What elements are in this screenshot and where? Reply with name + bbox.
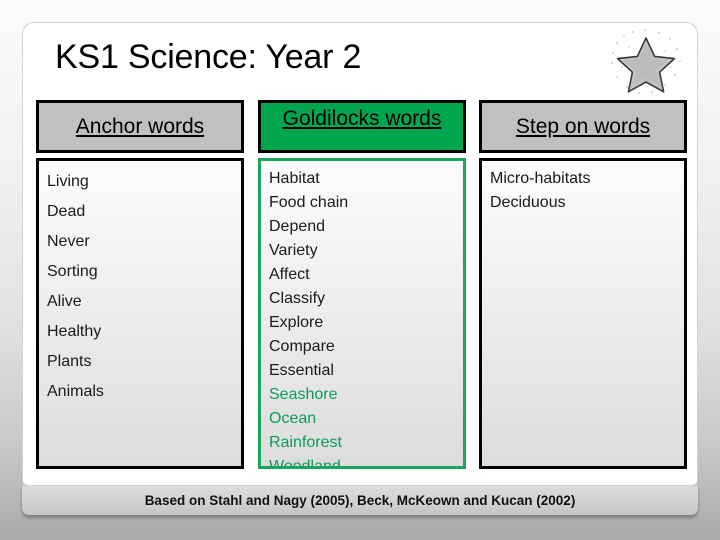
list-item: Plants — [47, 353, 92, 370]
footer-bar: Based on Stahl and Nagy (2005), Beck, Mc… — [22, 486, 698, 515]
list-item: Healthy — [47, 323, 102, 340]
list-item: Ocean — [269, 410, 317, 427]
slide-card: KS1 Science: Year 2 Anchor words Living … — [22, 22, 698, 486]
list-item: Rainforest — [269, 434, 342, 451]
word-column-anchor: Anchor words Living Dead Never Sorting A… — [36, 100, 244, 469]
column-header-label: Anchor words — [75, 114, 205, 138]
column-header-anchor-words[interactable]: Anchor words — [36, 100, 244, 153]
list-item: Affect — [269, 266, 310, 283]
star-icon — [607, 27, 685, 101]
list-item: Woodland — [269, 458, 341, 469]
list-item: Alive — [47, 293, 82, 310]
list-item: Food chain — [269, 194, 349, 211]
list-item: Dead — [47, 203, 86, 220]
word-list-goldilocks: Habitat Food chain Depend Variety Affect… — [258, 158, 466, 469]
list-item: Living — [47, 173, 89, 190]
column-header-step-on-words[interactable]: Step on words — [479, 100, 687, 153]
list-item: Explore — [269, 314, 324, 331]
list-item: Essential — [269, 362, 334, 379]
list-item: Micro-habitats — [490, 170, 591, 187]
footer-citation: Based on Stahl and Nagy (2005), Beck, Mc… — [144, 493, 576, 508]
list-item: Habitat — [269, 170, 320, 187]
word-list-anchor: Living Dead Never Sorting Alive Healthy … — [36, 158, 244, 469]
list-item: Animals — [47, 383, 104, 400]
list-item: Deciduous — [490, 194, 566, 211]
list-item: Sorting — [47, 263, 98, 280]
list-item: Never — [47, 233, 90, 250]
word-list-step-on: Micro-habitats Deciduous — [479, 158, 687, 469]
column-header-goldilocks-words[interactable]: Goldilocks words — [258, 100, 466, 153]
word-column-step-on: Step on words Micro-habitats Deciduous — [479, 100, 687, 469]
page-title: KS1 Science: Year 2 — [55, 38, 362, 76]
column-header-label: Step on words — [515, 114, 651, 138]
list-item: Compare — [269, 338, 335, 355]
list-item: Variety — [269, 242, 318, 259]
column-header-label: Goldilocks words — [282, 107, 442, 130]
list-item: Seashore — [269, 386, 338, 403]
list-item: Classify — [269, 290, 326, 307]
list-item: Depend — [269, 218, 326, 235]
word-column-goldilocks: Goldilocks words Habitat Food chain Depe… — [258, 100, 466, 469]
